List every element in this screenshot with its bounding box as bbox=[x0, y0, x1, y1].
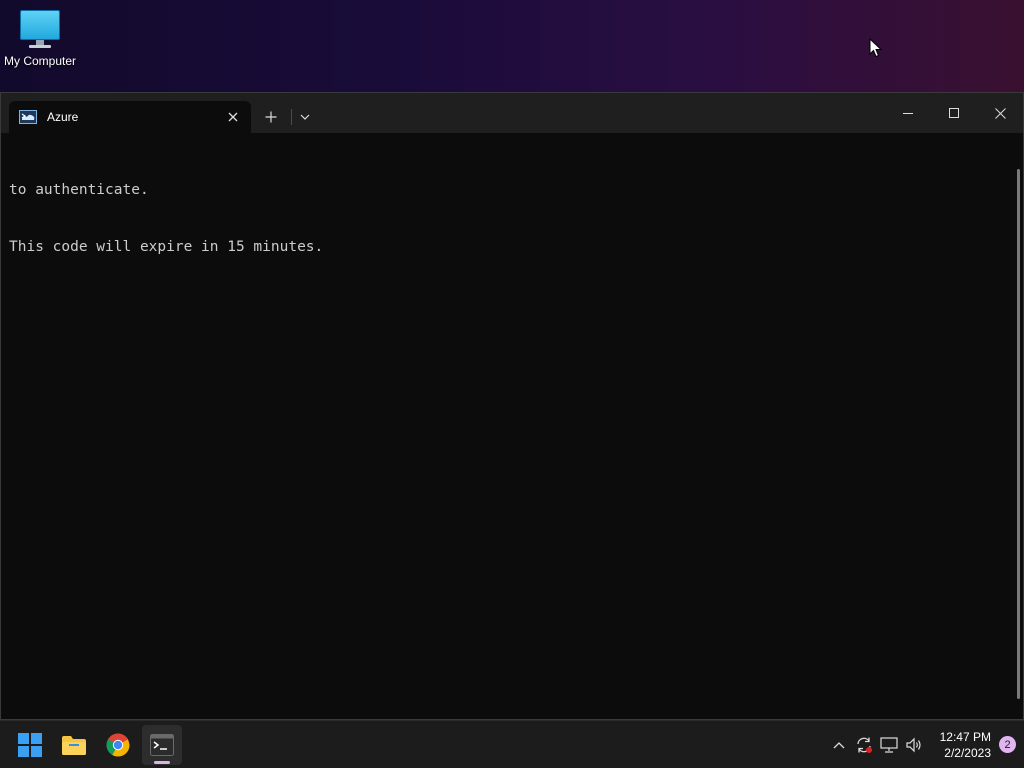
terminal-line: to authenticate. bbox=[9, 182, 149, 198]
network-icon bbox=[880, 736, 898, 753]
active-indicator bbox=[154, 760, 170, 764]
network-button[interactable] bbox=[877, 733, 901, 757]
close-icon bbox=[994, 107, 1006, 119]
windows-start-icon bbox=[18, 732, 42, 757]
plus-icon bbox=[265, 111, 277, 123]
terminal-icon bbox=[150, 733, 174, 756]
chevron-down-icon bbox=[300, 114, 310, 120]
minimize-button[interactable] bbox=[885, 93, 931, 133]
terminal-content[interactable]: to authenticate. This code will expire i… bbox=[1, 133, 1023, 719]
terminal-window: Azure to authenticate. This code will ex… bbox=[0, 92, 1024, 720]
desktop-icon-label: My Computer bbox=[3, 54, 77, 68]
clock-time: 12:47 PM bbox=[939, 729, 991, 744]
close-icon bbox=[228, 112, 238, 122]
volume-button[interactable] bbox=[902, 733, 926, 757]
mouse-cursor-icon bbox=[869, 38, 883, 58]
taskbar-file-explorer[interactable] bbox=[54, 725, 94, 765]
maximize-button[interactable] bbox=[931, 93, 977, 133]
tab-close-button[interactable] bbox=[225, 109, 241, 125]
volume-icon bbox=[906, 737, 921, 752]
clock-date: 2/2/2023 bbox=[944, 745, 991, 760]
maximize-icon bbox=[949, 108, 959, 118]
chrome-icon bbox=[106, 733, 130, 757]
chevron-up-icon bbox=[833, 741, 845, 748]
title-bar[interactable]: Azure bbox=[1, 93, 1023, 133]
notification-badge[interactable]: 2 bbox=[999, 736, 1016, 753]
close-button[interactable] bbox=[977, 93, 1023, 133]
taskbar-terminal[interactable] bbox=[142, 724, 182, 765]
taskbar-chrome[interactable] bbox=[98, 725, 138, 765]
clock[interactable]: 12:47 PM 2/2/2023 bbox=[940, 729, 991, 761]
minimize-icon bbox=[903, 113, 913, 114]
tab-dropdown-button[interactable] bbox=[292, 101, 318, 133]
system-tray: 12:47 PM 2/2/2023 2 bbox=[826, 721, 1024, 768]
azure-cloud-shell-icon bbox=[19, 110, 37, 124]
start-button[interactable] bbox=[10, 725, 50, 765]
show-hidden-icons-button[interactable] bbox=[827, 733, 851, 757]
scrollbar[interactable] bbox=[1017, 169, 1020, 699]
folder-icon bbox=[62, 735, 86, 755]
sync-status-button[interactable] bbox=[852, 733, 876, 757]
taskbar: 12:47 PM 2/2/2023 2 bbox=[0, 720, 1024, 768]
desktop-icon-my-computer[interactable]: My Computer bbox=[2, 8, 78, 68]
sync-icon bbox=[856, 737, 872, 753]
tab-title: Azure bbox=[47, 110, 79, 124]
computer-icon bbox=[19, 8, 61, 50]
new-tab-button[interactable] bbox=[251, 101, 291, 133]
tab-azure[interactable]: Azure bbox=[9, 101, 251, 133]
terminal-line: This code will expire in 15 minutes. bbox=[9, 239, 324, 255]
